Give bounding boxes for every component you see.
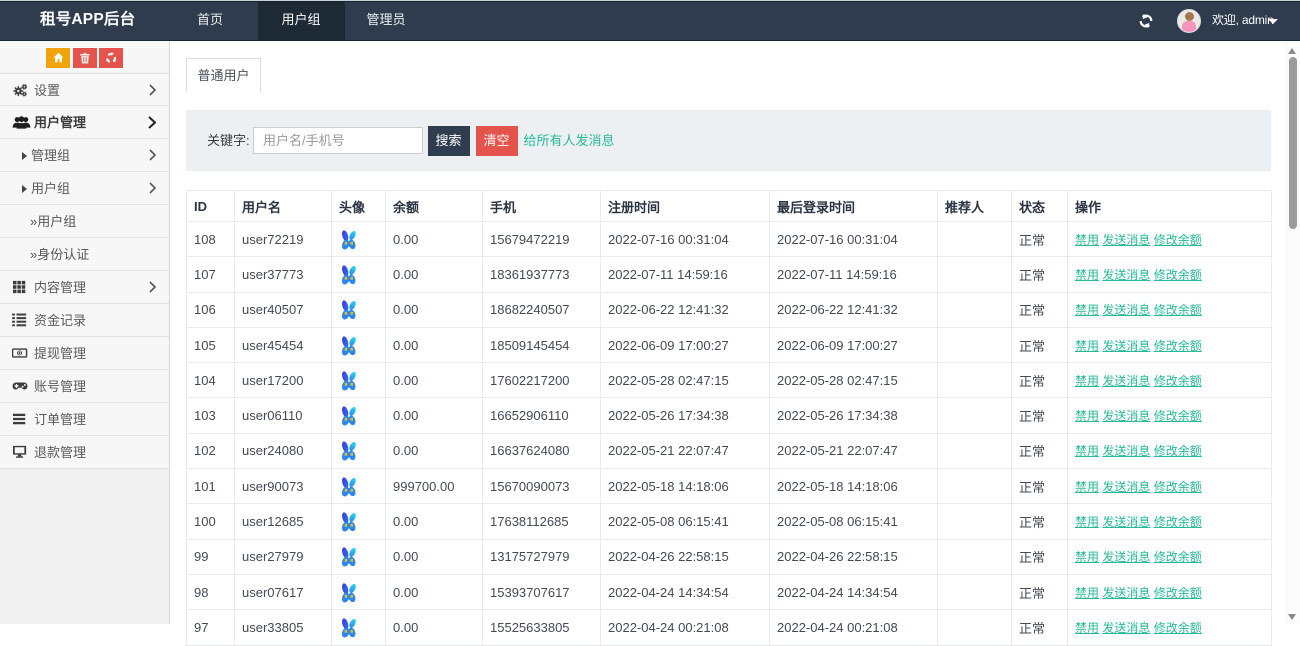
svg-text:0: 0 (18, 351, 21, 357)
